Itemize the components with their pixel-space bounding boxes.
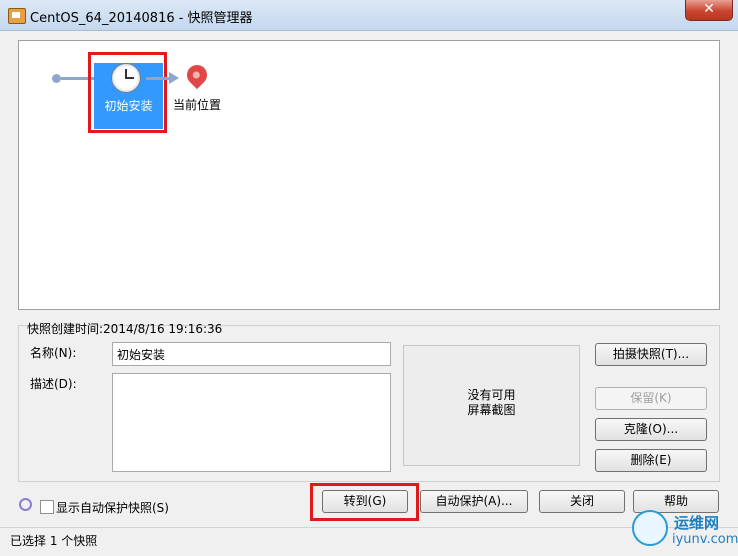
watermark-cn: 运维网 — [674, 514, 720, 532]
show-autoprotect-checkbox[interactable] — [40, 500, 54, 514]
window-title: CentOS_64_20140816 - 快照管理器 — [30, 11, 253, 26]
autoprotect-button[interactable]: 自动保护(A)... — [420, 490, 528, 513]
watermark-logo: 运维网 iyunv.com — [632, 508, 738, 552]
screenshot-preview: 没有可用 屏幕截图 — [403, 345, 580, 466]
red-highlight-box — [88, 52, 167, 133]
status-bar: 已选择 1 个快照 — [0, 527, 738, 556]
description-textarea[interactable] — [112, 373, 391, 472]
name-label: 名称(N): — [30, 346, 77, 360]
description-label: 描述(D): — [30, 377, 77, 391]
status-text: 已选择 1 个快照 — [10, 534, 98, 548]
close-button[interactable]: 关闭 — [539, 490, 625, 513]
title-bar: CentOS_64_20140816 - 快照管理器 ✕ — [0, 0, 738, 31]
snapshot-tree[interactable]: 初始安装 当前位置 — [18, 40, 720, 310]
watermark-en: iyunv.com — [672, 532, 738, 547]
watermark-circle-icon — [632, 510, 668, 546]
no-screenshot-text: 没有可用 屏幕截图 — [467, 388, 516, 417]
delete-button[interactable]: 删除(E) — [595, 449, 707, 472]
show-autoprotect-label[interactable]: 显示自动保护快照(S) — [56, 499, 169, 516]
red-highlight-box — [310, 483, 419, 521]
name-input[interactable]: 初始安装 — [112, 342, 391, 366]
restore-icon — [19, 498, 32, 511]
location-pin-icon[interactable] — [182, 60, 212, 90]
current-state-label[interactable]: 当前位置 — [173, 96, 221, 113]
created-time: 快照创建时间:2014/8/16 19:16:36 — [27, 322, 223, 336]
close-window-button[interactable]: ✕ — [685, 0, 733, 21]
app-icon — [8, 8, 26, 24]
tree-root-dot — [52, 74, 61, 83]
arrow-icon — [169, 72, 179, 84]
clone-button[interactable]: 克隆(O)... — [595, 418, 707, 441]
take-snapshot-button[interactable]: 拍摄快照(T)... — [595, 343, 707, 366]
keep-button[interactable]: 保留(K) — [595, 387, 707, 410]
